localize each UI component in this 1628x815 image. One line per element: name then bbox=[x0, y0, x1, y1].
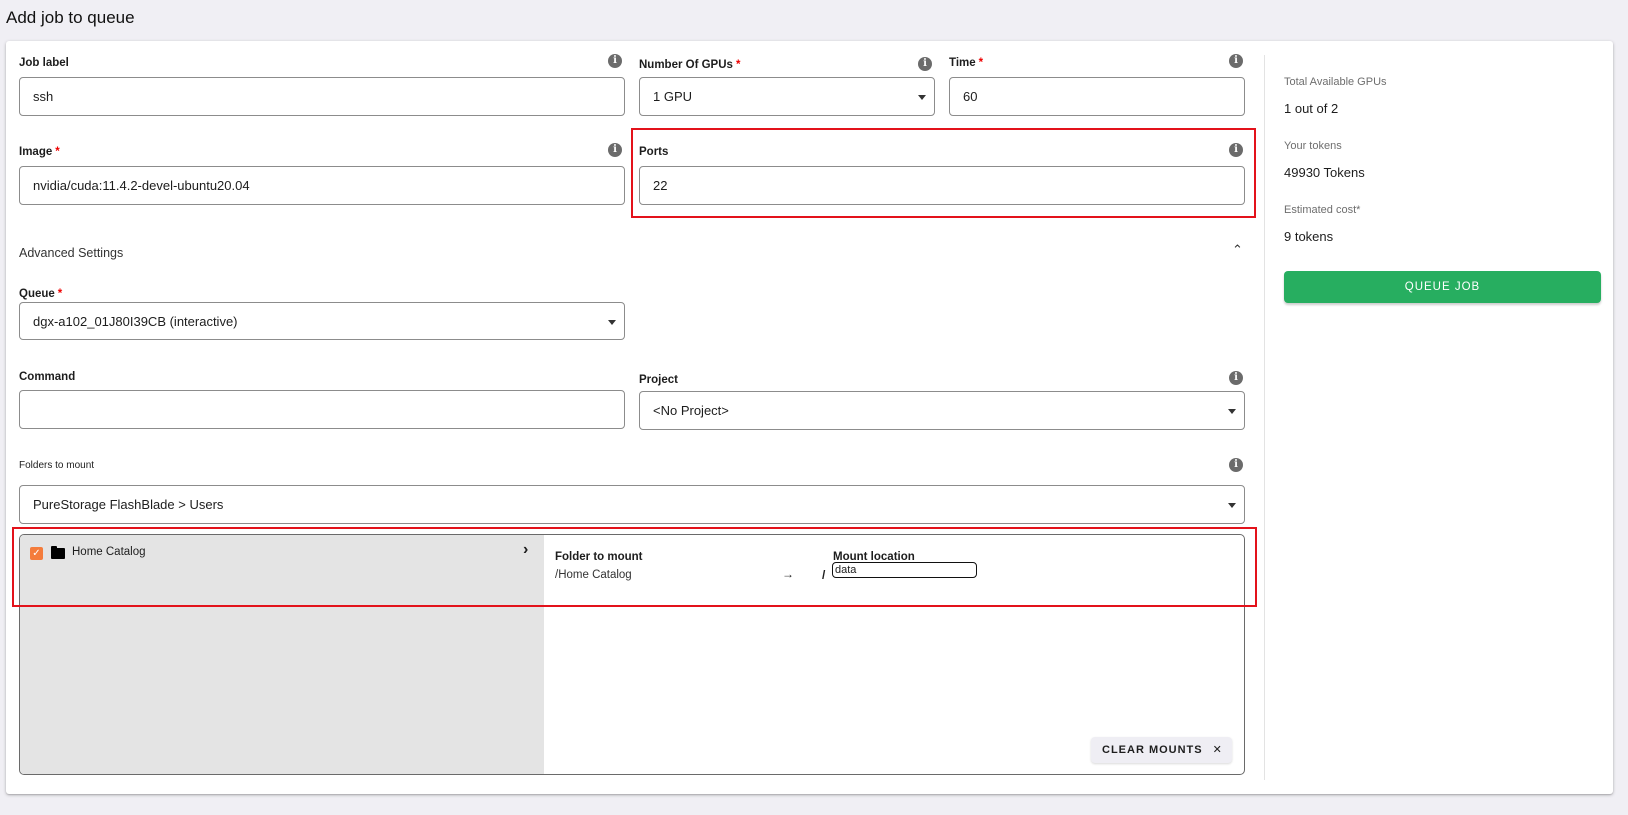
ports-label: Ports bbox=[639, 146, 669, 158]
required-mark: * bbox=[55, 146, 60, 158]
folders-label: Folders to mount bbox=[19, 460, 95, 471]
image-label-text: Image bbox=[19, 146, 53, 158]
folders-select[interactable]: PureStorage FlashBlade > Users bbox=[19, 485, 1245, 524]
info-icon[interactable]: i bbox=[1229, 54, 1243, 68]
caret-down-icon bbox=[1228, 409, 1236, 414]
clear-mounts-label: CLEAR MOUNTS bbox=[1102, 744, 1203, 756]
time-label-text: Time bbox=[949, 57, 976, 69]
image-label: Image * bbox=[19, 146, 60, 158]
caret-down-icon bbox=[1228, 503, 1236, 508]
side-divider bbox=[1264, 55, 1265, 780]
cost-label: Estimated cost* bbox=[1284, 204, 1361, 216]
info-icon[interactable]: i bbox=[1229, 143, 1243, 157]
caret-down-icon bbox=[918, 95, 926, 100]
job-label-input[interactable]: ssh bbox=[19, 77, 625, 116]
tokens-label: Your tokens bbox=[1284, 140, 1342, 152]
info-icon[interactable]: i bbox=[608, 143, 622, 157]
project-select-value: <No Project> bbox=[653, 403, 729, 418]
queue-select[interactable]: dgx-a102_01J80I39CB (interactive) bbox=[19, 302, 625, 340]
project-select[interactable]: <No Project> bbox=[639, 391, 1245, 430]
command-label: Command bbox=[19, 371, 76, 383]
queue-select-value: dgx-a102_01J80I39CB (interactive) bbox=[33, 314, 238, 329]
info-icon[interactable]: i bbox=[1229, 371, 1243, 385]
gpus-available-value: 1 out of 2 bbox=[1284, 101, 1339, 116]
caret-down-icon bbox=[608, 320, 616, 325]
gpus-label-text: Number Of GPUs bbox=[639, 59, 733, 71]
folders-select-value: PureStorage FlashBlade > Users bbox=[33, 497, 224, 512]
time-input[interactable]: 60 bbox=[949, 77, 1245, 116]
required-mark: * bbox=[735, 59, 741, 71]
project-label: Project bbox=[639, 374, 678, 386]
cost-value: 9 tokens bbox=[1284, 229, 1334, 244]
clear-mounts-button[interactable]: CLEAR MOUNTS ✕ bbox=[1091, 737, 1232, 763]
queue-label-text: Queue bbox=[19, 288, 55, 300]
image-input[interactable]: nvidia/cuda:11.4.2-devel-ubuntu20.04 bbox=[19, 166, 625, 205]
gpus-label: Number Of GPUs * bbox=[639, 59, 740, 71]
chevron-up-icon[interactable]: ⌃ bbox=[1232, 242, 1243, 258]
close-icon: ✕ bbox=[1212, 744, 1223, 756]
advanced-settings-toggle[interactable]: Advanced Settings bbox=[19, 246, 123, 260]
queue-label: Queue * bbox=[19, 288, 62, 300]
required-mark: * bbox=[57, 288, 63, 300]
gpus-available-label: Total Available GPUs bbox=[1284, 76, 1387, 88]
job-label-label: Job label bbox=[19, 57, 69, 69]
gpus-select-value: 1 GPU bbox=[653, 89, 693, 104]
info-icon[interactable]: i bbox=[1229, 458, 1243, 472]
command-input[interactable] bbox=[19, 390, 625, 429]
required-mark: * bbox=[978, 57, 984, 69]
gpus-select[interactable]: 1 GPU bbox=[639, 77, 935, 116]
info-icon[interactable]: i bbox=[608, 54, 622, 68]
tokens-value: 49930 Tokens bbox=[1284, 165, 1365, 180]
info-icon[interactable]: i bbox=[918, 57, 932, 71]
highlight-box bbox=[12, 527, 1257, 607]
queue-job-button[interactable]: QUEUE JOB bbox=[1284, 271, 1601, 303]
ports-input[interactable]: 22 bbox=[639, 166, 1245, 205]
page-title: Add job to queue bbox=[6, 8, 135, 27]
time-label: Time * bbox=[949, 57, 983, 69]
